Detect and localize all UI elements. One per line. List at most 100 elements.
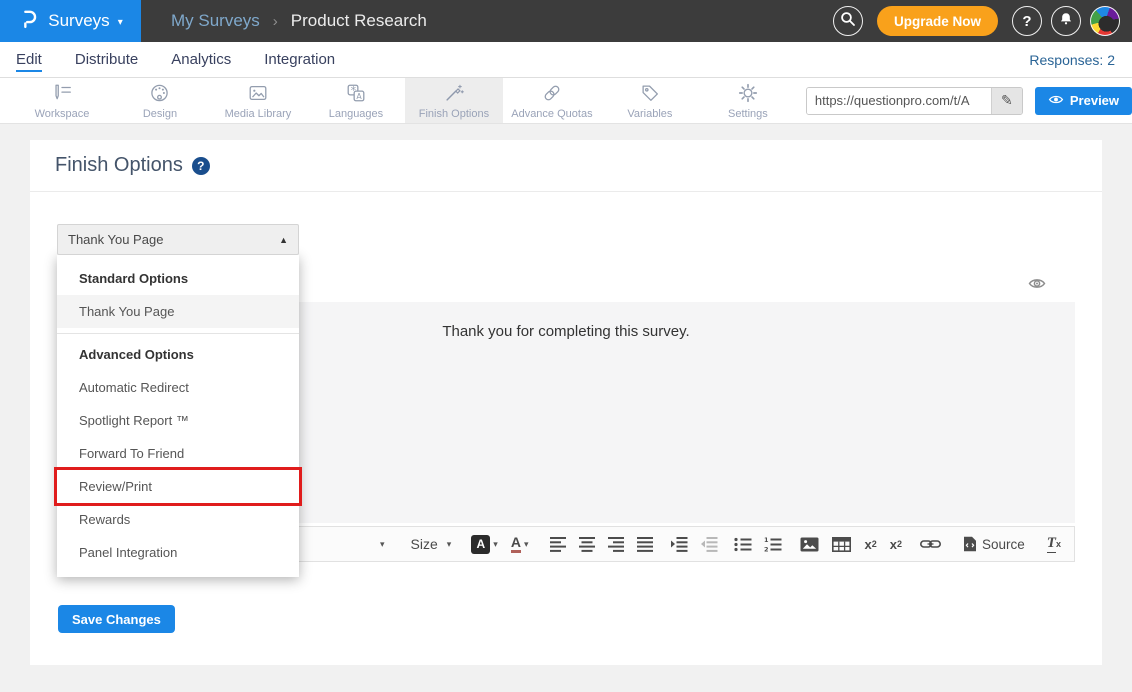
caret-down-icon: ▾ <box>493 539 498 550</box>
topbar-actions: Upgrade Now ? <box>833 6 1132 36</box>
workspace-icon <box>50 82 74 105</box>
insert-link-button[interactable] <box>920 531 941 557</box>
breadcrumb-current-survey: Product Research <box>291 11 427 31</box>
toggle-visibility-button[interactable] <box>1028 277 1046 295</box>
dropdown-item-forward-to-friend[interactable]: Forward To Friend <box>57 437 299 470</box>
ribbon-item-workspace[interactable]: Workspace <box>13 78 111 123</box>
align-center-button[interactable] <box>579 531 596 557</box>
dropdown-item-automatic-redirect[interactable]: Automatic Redirect <box>57 371 299 404</box>
subscript-button[interactable]: x2 <box>864 531 876 557</box>
remove-format-button[interactable]: Tx <box>1047 531 1061 557</box>
breadcrumb-my-surveys[interactable]: My Surveys <box>171 11 260 31</box>
font-size-dropdown[interactable]: Size <box>411 531 438 557</box>
breadcrumb: My Surveys › Product Research <box>171 11 427 31</box>
chain-icon <box>540 82 564 105</box>
bell-icon <box>1057 10 1075 33</box>
svg-text:A: A <box>356 92 362 101</box>
caret-down-icon: ▾ <box>524 539 529 550</box>
ribbon-label: Variables <box>627 108 672 120</box>
bullet-list-button[interactable] <box>734 531 752 557</box>
caret-up-icon: ▲ <box>279 235 288 245</box>
search-button[interactable] <box>833 6 863 36</box>
tab-distribute[interactable]: Distribute <box>75 51 138 68</box>
subscript-digit: 2 <box>872 539 877 549</box>
tab-analytics[interactable]: Analytics <box>171 51 231 68</box>
upgrade-now-button[interactable]: Upgrade Now <box>877 6 998 36</box>
title-help-icon[interactable]: ? <box>192 157 210 175</box>
text-color-button[interactable]: A ▾ <box>511 531 529 557</box>
dropdown-group-advanced-options: Advanced Options <box>57 339 299 371</box>
pencil-icon: ✎ <box>1001 92 1013 109</box>
ribbon-label: Media Library <box>225 108 292 120</box>
insert-table-button[interactable] <box>832 531 851 557</box>
chevron-down-icon: ▾ <box>118 17 123 28</box>
ribbon-item-finish-options[interactable]: Finish Options <box>405 78 503 123</box>
increase-indent-button[interactable] <box>670 531 688 557</box>
divider <box>57 333 299 334</box>
survey-url-input[interactable] <box>807 88 991 114</box>
selected-option-label: Thank You Page <box>68 232 163 247</box>
gear-icon <box>736 82 760 105</box>
ribbon-item-languages[interactable]: * A Languages <box>307 78 405 123</box>
breadcrumb-separator: › <box>273 13 278 30</box>
dropdown-item-spotlight-report[interactable]: Spotlight Report ™ <box>57 404 299 437</box>
dropdown-group-standard-options: Standard Options <box>57 263 299 295</box>
dropdown-item-rewards[interactable]: Rewards <box>57 503 299 536</box>
image-icon <box>246 82 270 105</box>
ribbon-item-settings[interactable]: Settings <box>699 78 797 123</box>
help-button[interactable]: ? <box>1012 6 1042 36</box>
surveys-product-menu[interactable]: Surveys ▾ <box>0 0 141 42</box>
finish-option-select[interactable]: Thank You Page ▲ <box>57 224 299 255</box>
remove-format-sub: x <box>1056 539 1061 549</box>
brand-label: Surveys <box>48 11 109 31</box>
ribbon-label: Design <box>143 108 177 120</box>
ribbon-label: Settings <box>728 108 768 120</box>
ribbon-item-advance-quotas[interactable]: Advance Quotas <box>503 78 601 123</box>
survey-section-tabs: Edit Distribute Analytics Integration Re… <box>0 42 1132 78</box>
svg-text:2: 2 <box>764 545 769 552</box>
save-changes-button[interactable]: Save Changes <box>58 605 175 633</box>
superscript-base: x <box>890 537 897 552</box>
tab-integration[interactable]: Integration <box>264 51 335 68</box>
dropdown-item-panel-integration[interactable]: Panel Integration <box>57 536 299 569</box>
remove-format-base: T <box>1047 535 1056 553</box>
ribbon-label: Languages <box>329 108 383 120</box>
ribbon-item-variables[interactable]: Variables <box>601 78 699 123</box>
question-mark-icon: ? <box>1022 13 1031 30</box>
search-icon <box>839 10 857 33</box>
subscript-base: x <box>864 537 871 552</box>
user-avatar[interactable] <box>1090 6 1120 36</box>
dropdown-item-review-print[interactable]: Review/Print <box>57 470 299 503</box>
ribbon-label: Finish Options <box>419 108 489 120</box>
responses-count[interactable]: Responses: 2 <box>1029 52 1132 68</box>
edit-url-button[interactable]: ✎ <box>991 88 1022 114</box>
ribbon-item-design[interactable]: Design <box>111 78 209 123</box>
align-right-button[interactable] <box>608 531 625 557</box>
superscript-button[interactable]: x2 <box>890 531 902 557</box>
numbered-list-button[interactable]: 12 <box>764 531 782 557</box>
ribbon-label: Workspace <box>35 108 90 120</box>
ribbon-label: Advance Quotas <box>511 108 592 120</box>
preview-label: Preview <box>1070 93 1119 108</box>
survey-url-group: ✎ Preview <box>806 87 1132 115</box>
insert-image-button[interactable] <box>800 531 819 557</box>
source-label: Source <box>982 537 1025 552</box>
questionpro-logo-icon <box>18 8 40 35</box>
top-navigation-bar: Surveys ▾ My Surveys › Product Research … <box>0 0 1132 42</box>
font-size-caret[interactable]: ▾ <box>447 531 452 557</box>
ribbon-item-media-library[interactable]: Media Library <box>209 78 307 123</box>
preview-button[interactable]: Preview <box>1035 87 1132 115</box>
background-color-button[interactable]: A ▾ <box>471 531 498 557</box>
tab-edit[interactable]: Edit <box>16 51 42 68</box>
page-title: Finish Options <box>55 154 183 177</box>
justify-button[interactable] <box>637 531 654 557</box>
text-color-icon: A <box>511 535 521 553</box>
notifications-button[interactable] <box>1051 6 1081 36</box>
dropdown-item-thank-you-page[interactable]: Thank You Page <box>57 295 299 328</box>
svg-text:1: 1 <box>764 537 769 544</box>
font-dropdown-caret[interactable]: ▾ <box>380 531 385 557</box>
decrease-indent-button[interactable] <box>700 531 718 557</box>
source-button[interactable]: Source <box>963 531 1025 557</box>
background-color-icon: A <box>471 535 490 554</box>
align-left-button[interactable] <box>550 531 567 557</box>
